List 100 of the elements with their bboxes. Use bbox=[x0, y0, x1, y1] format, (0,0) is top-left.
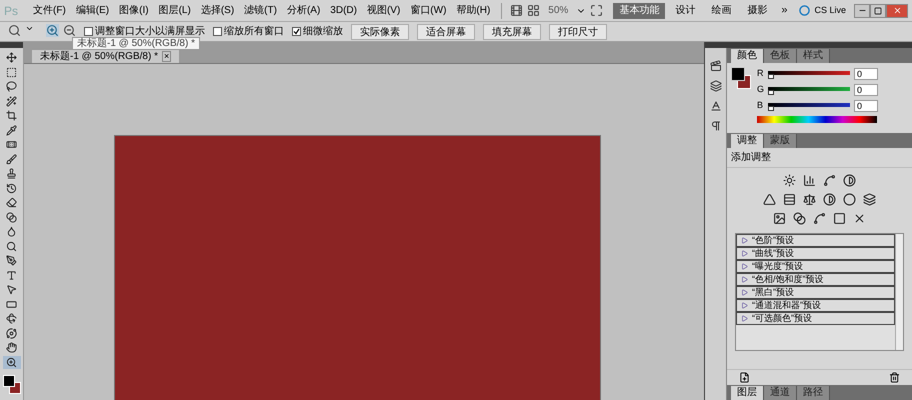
workspace-tab[interactable]: 设计 bbox=[669, 2, 702, 18]
preset-label: “色相/饱和度”预设 bbox=[752, 272, 824, 286]
stripes-icon[interactable] bbox=[783, 193, 796, 206]
panel-tab[interactable]: 样式 bbox=[797, 49, 830, 63]
menu-item[interactable]: 分析(A) bbox=[284, 3, 324, 18]
preset-label: “曝光度”预设 bbox=[752, 260, 803, 273]
panel-header-bar bbox=[0, 42, 23, 48]
workspace-tab[interactable]: 基本功能 bbox=[613, 2, 666, 18]
preset-item[interactable]: “曲线”预设 bbox=[736, 247, 895, 260]
film-icon[interactable] bbox=[510, 4, 524, 17]
preset-item[interactable]: “色阶”预设 bbox=[736, 234, 895, 247]
magnifier-icon[interactable] bbox=[8, 24, 21, 37]
panel-tab[interactable]: 色板 bbox=[764, 49, 797, 63]
preset-item[interactable]: “通道混和器”预设 bbox=[736, 299, 895, 312]
preset-label: “色阶”预设 bbox=[752, 234, 794, 247]
preset-item[interactable]: “色相/饱和度”预设 bbox=[736, 273, 895, 286]
pilcrow-icon[interactable] bbox=[710, 120, 722, 132]
document-title: 未标题-1 @ 50%(RGB/8) * bbox=[40, 50, 158, 62]
scrollbar[interactable] bbox=[895, 234, 903, 350]
caret-icon[interactable] bbox=[25, 24, 34, 33]
layers-icon[interactable] bbox=[710, 80, 722, 92]
document-tab[interactable]: 未标题-1 @ 50%(RGB/8) * × bbox=[32, 50, 180, 63]
grid-icon[interactable] bbox=[527, 4, 540, 17]
menu-item[interactable]: 视图(V) bbox=[364, 3, 404, 18]
more-button[interactable]: » bbox=[777, 2, 792, 19]
menu-item[interactable]: 图像(I) bbox=[116, 3, 152, 18]
tooltip: 未标题-1 @ 50%(RGB/8) * bbox=[72, 37, 200, 50]
maximize-button[interactable] bbox=[870, 4, 886, 18]
app-logo: Ps bbox=[4, 2, 20, 20]
image-icon[interactable] bbox=[773, 212, 786, 225]
channel-slider[interactable] bbox=[768, 84, 850, 94]
workspace-tab[interactable]: 摄影 bbox=[741, 2, 774, 18]
preset-item[interactable]: “曝光度”预设 bbox=[736, 260, 895, 273]
zoom-in-icon[interactable] bbox=[2, 356, 20, 368]
zoom-out-icon[interactable] bbox=[63, 24, 76, 37]
zoom-level[interactable]: 50% bbox=[544, 3, 572, 18]
preset-label: “通道混和器”预设 bbox=[752, 298, 821, 312]
channel-label: B bbox=[757, 98, 764, 112]
cs-live-button[interactable]: CS Live bbox=[814, 4, 846, 18]
channel-value-field[interactable]: 0 bbox=[854, 84, 878, 96]
screen-mode-icon[interactable] bbox=[590, 4, 604, 17]
checkbox-label: 细微缩放 bbox=[303, 24, 343, 39]
color-spectrum[interactable] bbox=[757, 116, 877, 123]
option-button[interactable]: 填充屏幕 bbox=[483, 24, 541, 40]
checkbox[interactable] bbox=[292, 27, 301, 36]
panel-tab[interactable]: 路径 bbox=[797, 386, 830, 400]
layers-icon[interactable] bbox=[863, 193, 876, 206]
triangle-icon[interactable] bbox=[763, 193, 776, 206]
new-layer-icon[interactable] bbox=[739, 372, 750, 383]
preset-label: “可选颜色”预设 bbox=[752, 312, 812, 325]
channel-label: R bbox=[757, 66, 764, 80]
ring-icon bbox=[799, 5, 810, 16]
trash-icon[interactable] bbox=[889, 372, 900, 383]
menu-item[interactable]: 编辑(E) bbox=[72, 3, 112, 18]
slider-thumb[interactable] bbox=[768, 106, 774, 110]
preset-label: “曲线”预设 bbox=[752, 246, 794, 260]
histogram-icon[interactable] bbox=[803, 174, 816, 187]
preset-item[interactable]: “可选颜色”预设 bbox=[736, 312, 895, 325]
menu-item[interactable]: 滤镜(T) bbox=[241, 3, 280, 18]
channel-value-field[interactable]: 0 bbox=[854, 68, 878, 80]
slider-thumb[interactable] bbox=[768, 90, 774, 94]
square-icon bbox=[874, 6, 882, 14]
option-button[interactable]: 适合屏幕 bbox=[417, 24, 475, 40]
workspace-tab[interactable]: 绘画 bbox=[705, 2, 738, 18]
contrast-icon[interactable] bbox=[843, 174, 856, 187]
menu-item[interactable]: 文件(F) bbox=[30, 3, 69, 18]
minimize-button[interactable] bbox=[854, 4, 870, 18]
menu-item[interactable]: 3D(D) bbox=[327, 3, 360, 18]
checkbox-label: 缩放所有窗口 bbox=[224, 24, 284, 39]
panel-tab[interactable]: 蒙版 bbox=[764, 134, 797, 148]
color-swatches-icon[interactable] bbox=[731, 67, 753, 89]
option-button[interactable]: 实际像素 bbox=[351, 24, 409, 40]
checkbox-label: 调整窗口大小以满屏显示 bbox=[95, 24, 205, 38]
scale-icon[interactable] bbox=[803, 193, 816, 206]
close-icon bbox=[892, 6, 902, 15]
sun-icon[interactable] bbox=[783, 174, 796, 187]
circle-icon[interactable] bbox=[843, 193, 856, 206]
checkbox[interactable] bbox=[84, 27, 93, 36]
menu-item[interactable]: 窗口(W) bbox=[407, 3, 450, 18]
channel-slider[interactable] bbox=[768, 68, 850, 78]
option-button[interactable]: 打印尺寸 bbox=[549, 24, 607, 40]
preset-label: “黑白”预设 bbox=[752, 286, 794, 299]
character-icon[interactable] bbox=[710, 100, 722, 112]
channel-slider[interactable] bbox=[768, 100, 850, 110]
panel-tab[interactable]: 调整 bbox=[731, 134, 764, 148]
slider-thumb[interactable] bbox=[768, 74, 774, 78]
menu-item[interactable]: 图层(L) bbox=[156, 3, 194, 18]
menu-item[interactable]: 选择(S) bbox=[198, 3, 238, 18]
panel-tab[interactable]: 颜色 bbox=[731, 49, 764, 63]
menu-item[interactable]: 帮助(H) bbox=[453, 3, 494, 18]
curve-icon[interactable] bbox=[823, 174, 836, 187]
clapperboard-icon[interactable] bbox=[710, 60, 722, 72]
checkbox[interactable] bbox=[213, 27, 222, 36]
panel-tab[interactable]: 通道 bbox=[764, 386, 797, 400]
cross-icon[interactable] bbox=[853, 212, 866, 225]
channel-value-field[interactable]: 0 bbox=[854, 100, 878, 112]
preset-item[interactable]: “黑白”预设 bbox=[736, 286, 895, 299]
tab-close-button[interactable]: × bbox=[162, 51, 172, 62]
panel-tab[interactable]: 图层 bbox=[731, 386, 764, 400]
panel-heading: 添加调整 bbox=[727, 148, 912, 168]
